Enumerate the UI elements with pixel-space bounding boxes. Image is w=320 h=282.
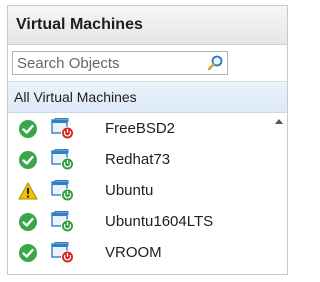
vm-row[interactable]: FreeBSD2 xyxy=(8,113,271,144)
vm-powered-on-icon xyxy=(51,149,74,171)
search-input[interactable] xyxy=(13,52,202,74)
vm-row[interactable]: Ubuntu xyxy=(8,175,271,206)
vm-name: Ubuntu xyxy=(105,182,154,199)
vm-powered-on-icon xyxy=(51,180,74,202)
ok-check-icon xyxy=(19,213,37,231)
vm-powered-off-icon xyxy=(51,118,74,140)
vm-name: VROOM xyxy=(105,244,162,261)
virtual-machines-panel: Virtual Machines All Virtual Machines Fr… xyxy=(7,5,288,275)
vm-name: FreeBSD2 xyxy=(105,120,176,137)
panel-title: Virtual Machines xyxy=(16,16,143,33)
ok-check-icon xyxy=(19,244,37,262)
vm-list-area: FreeBSD2 Redhat73 Ubuntu Ubuntu1604LTS VROOM xyxy=(8,113,287,273)
ok-check-icon xyxy=(19,120,37,138)
search-icon[interactable] xyxy=(206,54,224,72)
scroll-up-arrow-icon[interactable] xyxy=(273,117,285,127)
vm-list: FreeBSD2 Redhat73 Ubuntu Ubuntu1604LTS VROOM xyxy=(8,113,271,268)
vm-powered-off-icon xyxy=(51,242,74,264)
vm-powered-on-icon xyxy=(51,211,74,233)
panel-header: Virtual Machines xyxy=(8,6,287,45)
group-label: All Virtual Machines xyxy=(14,89,137,105)
vm-row[interactable]: Redhat73 xyxy=(8,144,271,175)
search-box xyxy=(12,51,228,75)
vm-name: Redhat73 xyxy=(105,151,171,168)
vertical-scrollbar[interactable] xyxy=(271,113,287,273)
vm-row[interactable]: Ubuntu1604LTS xyxy=(8,206,271,237)
vm-row[interactable]: VROOM xyxy=(8,237,271,268)
warning-icon xyxy=(18,181,38,200)
group-header-all-virtual-machines[interactable]: All Virtual Machines xyxy=(8,82,287,113)
ok-check-icon xyxy=(19,151,37,169)
search-bar xyxy=(8,45,287,82)
vm-name: Ubuntu1604LTS xyxy=(105,213,214,230)
